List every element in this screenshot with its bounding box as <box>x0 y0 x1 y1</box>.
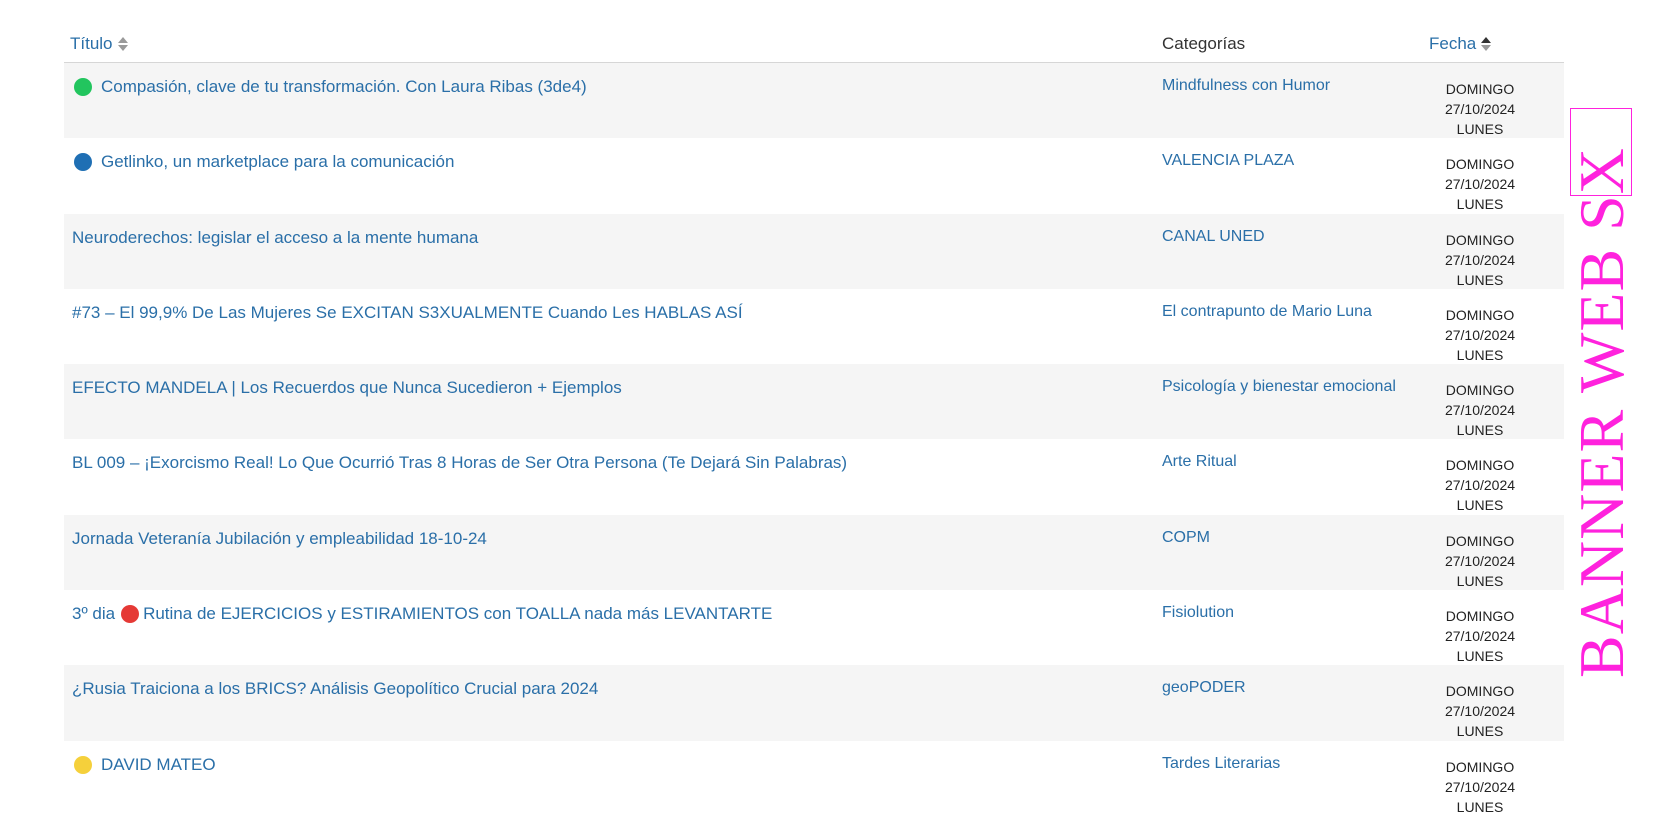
date-day: DOMINGO <box>1445 758 1515 775</box>
header-categories: Categorías <box>1162 34 1245 54</box>
date-cell: DOMINGO 27/10/2024 LUNES <box>1430 380 1530 440</box>
date-cell: DOMINGO 27/10/2024 LUNES <box>1430 681 1530 741</box>
banner-text: BANNER WEB SX <box>1566 147 1637 678</box>
date-date: 27/10/2024 <box>1444 402 1516 419</box>
date-day2: LUNES <box>1456 723 1504 740</box>
header-date-label: Fecha <box>1429 34 1477 53</box>
sort-ascending-icon <box>1481 37 1492 51</box>
table-row: Compasión, clave de tu transformación. C… <box>64 63 1564 139</box>
header-categories-label: Categorías <box>1162 34 1246 53</box>
date-day: DOMINGO <box>1445 306 1515 323</box>
episode-title-text: #73 – El 99,9% De Las Mujeres Se EXCITAN… <box>72 302 743 322</box>
date-date: 27/10/2024 <box>1444 101 1516 117</box>
table-row: #73 – El 99,9% De Las Mujeres Se EXCITAN… <box>64 289 1564 364</box>
date-cell: DOMINGO 27/10/2024 LUNES <box>1430 757 1530 817</box>
date-day2: LUNES <box>1456 271 1504 288</box>
date-day: DOMINGO <box>1445 457 1515 474</box>
date-date: 27/10/2024 <box>1444 477 1516 494</box>
date-cell: DOMINGO 27/10/2024 LUNES <box>1430 230 1530 290</box>
episode-title-link[interactable]: Neuroderechos: legislar el acceso a la m… <box>72 228 478 248</box>
table-row: DAVID MATEO Tardes Literarias DOMINGO 27/10… <box>64 741 1564 816</box>
table-row: Neuroderechos: legislar el acceso a la m… <box>64 213 1564 290</box>
episode-title-link[interactable]: ¿Rusia Traiciona a los BRICS? Análisis G… <box>72 679 598 699</box>
episode-title-text: ¿Rusia Traiciona a los BRICS? Análisis G… <box>72 679 599 699</box>
date-date: 27/10/2024 <box>1444 251 1516 268</box>
episode-title-link[interactable]: EFECTO MANDELA | Los Recuerdos que Nunca… <box>72 378 622 398</box>
episode-title-link[interactable]: Jornada Veteranía Jubilación y empleabil… <box>72 529 487 549</box>
date-date: 27/10/2024 <box>1444 176 1516 193</box>
status-dot-icon <box>74 153 92 172</box>
date-day2: LUNES <box>1456 422 1504 439</box>
episode-title-link[interactable]: Compasión, clave de tu transformación. C… <box>72 77 587 97</box>
episode-title-link[interactable]: 3º dia Rutina de EJERCICIOS y ESTIRAMIENT… <box>72 604 772 624</box>
date-day2: LUNES <box>1456 497 1504 514</box>
date-cell: DOMINGO 27/10/2024 LUNES <box>1430 455 1530 515</box>
table-row: 3º dia Rutina de EJERCICIOS y ESTIRAMIENT… <box>64 590 1564 665</box>
date-day: DOMINGO <box>1445 532 1515 549</box>
episode-title-text: Getlinko, un marketplace para la comunic… <box>101 152 455 172</box>
header-date-sort[interactable]: Fecha <box>1429 34 1492 54</box>
category-link[interactable]: geoPODER <box>1162 679 1246 697</box>
podcast-table: Título Categorías Fecha Compasión, clave… <box>64 22 1564 816</box>
banner-web[interactable]: BANNER WEB SX <box>1566 108 1637 678</box>
status-dot-icon <box>74 78 92 96</box>
date-date: 27/10/2024 <box>1444 326 1516 343</box>
sort-icon <box>117 37 128 51</box>
date-date: 27/10/2024 <box>1444 778 1516 795</box>
date-date: 27/10/2024 <box>1444 628 1516 645</box>
category-link[interactable]: CANAL UNED <box>1162 228 1265 246</box>
table-row: BL 009 – ¡Exorcismo Real! Lo Que Ocurrió… <box>64 439 1564 514</box>
date-cell: DOMINGO 27/10/2024 LUNES <box>1430 79 1530 139</box>
date-day2: LUNES <box>1456 648 1504 665</box>
date-cell: DOMINGO 27/10/2024 LUNES <box>1430 305 1530 365</box>
date-cell: DOMINGO 27/10/2024 LUNES <box>1430 606 1530 666</box>
category-link[interactable]: Fisiolution <box>1162 604 1234 622</box>
table-row: EFECTO MANDELA | Los Recuerdos que Nunca… <box>64 364 1564 440</box>
date-day: DOMINGO <box>1445 81 1515 97</box>
episode-title-link[interactable]: DAVID MATEO <box>72 755 216 775</box>
date-cell: DOMINGO 27/10/2024 LUNES <box>1430 154 1530 214</box>
red-circle-icon <box>121 605 140 624</box>
status-dot-icon <box>74 755 92 774</box>
category-link[interactable]: Psicología y bienestar emocional <box>1162 378 1396 396</box>
date-day: DOMINGO <box>1445 231 1515 248</box>
table-row: Jornada Veteranía Jubilación y empleabil… <box>64 514 1564 591</box>
date-day: DOMINGO <box>1445 382 1515 399</box>
category-link[interactable]: Tardes Literarias <box>1162 755 1280 773</box>
episode-title-text: Rutina de EJERCICIOS y ESTIRAMIENTOS con… <box>143 604 773 624</box>
date-day: DOMINGO <box>1445 683 1515 700</box>
category-link[interactable]: El contrapunto de Mario Luna <box>1162 303 1372 321</box>
episode-title-text: Neuroderechos: legislar el acceso a la m… <box>72 227 479 247</box>
header-title-label: Título <box>70 34 113 53</box>
category-link[interactable]: Mindfulness con Humor <box>1162 77 1330 95</box>
episode-title-text: DAVID MATEO <box>101 754 216 774</box>
date-day2: LUNES <box>1456 346 1504 363</box>
episode-title-text: EFECTO MANDELA | Los Recuerdos que Nunca… <box>72 378 622 398</box>
category-link[interactable]: COPM <box>1162 529 1210 547</box>
date-day: DOMINGO <box>1445 156 1515 173</box>
episode-title-link[interactable]: #73 – El 99,9% De Las Mujeres Se EXCITAN… <box>72 303 743 323</box>
date-date: 27/10/2024 <box>1444 703 1516 720</box>
table-row: Getlinko, un marketplace para la comunic… <box>64 138 1564 213</box>
table-row: ¿Rusia Traiciona a los BRICS? Análisis G… <box>64 665 1564 741</box>
episode-title-text: Jornada Veteranía Jubilación y empleabil… <box>72 528 487 548</box>
episode-title-link[interactable]: BL 009 – ¡Exorcismo Real! Lo Que Ocurrió… <box>72 453 847 473</box>
episode-title-text: Compasión, clave de tu transformación. C… <box>101 77 587 96</box>
table-header: Título Categorías Fecha <box>64 22 1564 63</box>
date-day: DOMINGO <box>1445 608 1515 625</box>
date-cell: DOMINGO 27/10/2024 LUNES <box>1430 531 1530 591</box>
header-title-sort[interactable]: Título <box>70 34 128 54</box>
table-body: Compasión, clave de tu transformación. C… <box>64 63 1564 816</box>
episode-title-prefix: 3º dia <box>72 604 116 624</box>
date-date: 27/10/2024 <box>1444 552 1516 569</box>
date-day2: LUNES <box>1456 196 1504 213</box>
date-day2: LUNES <box>1456 572 1504 589</box>
category-link[interactable]: Arte Ritual <box>1162 453 1237 471</box>
date-day2: LUNES <box>1456 121 1504 137</box>
category-link[interactable]: VALENCIA PLAZA <box>1162 152 1294 170</box>
episode-title-text: BL 009 – ¡Exorcismo Real! Lo Que Ocurrió… <box>72 453 848 473</box>
episode-title-link[interactable]: Getlinko, un marketplace para la comunic… <box>72 152 454 172</box>
